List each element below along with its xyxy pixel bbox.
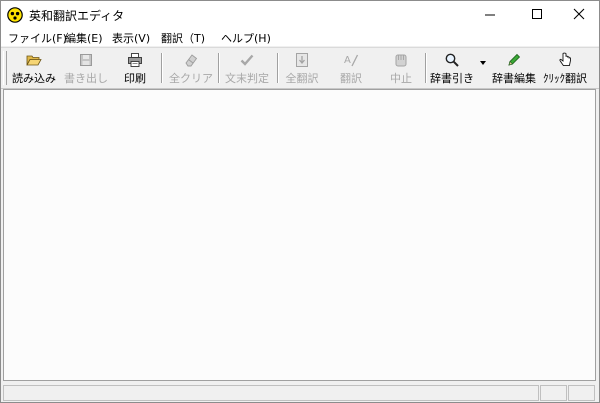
export-button[interactable]: 書き出し [61, 49, 111, 86]
magnifier-icon [445, 53, 459, 67]
menu-file[interactable]: ファイル(F) [8, 30, 67, 46]
menu-help[interactable]: ヘルプ(H) [221, 30, 271, 46]
eraser-icon [185, 54, 198, 67]
translate-all-button[interactable]: 全翻訳 [279, 49, 325, 86]
toolbar-separator [161, 53, 163, 83]
load-button[interactable]: 読み込み [9, 49, 59, 86]
clear-all-label: 全クリア [169, 72, 213, 85]
svg-text:A: A [344, 55, 351, 66]
stop-label: 中止 [390, 72, 412, 85]
editor-text-area[interactable] [3, 89, 596, 381]
menu-edit[interactable]: 編集(E) [65, 30, 103, 46]
pencil-icon [508, 53, 521, 66]
minimize-button[interactable] [467, 1, 513, 28]
floppy-disk-icon [80, 54, 92, 66]
printer-icon [128, 53, 142, 67]
dictionary-lookup-button[interactable]: 辞書引き [427, 49, 477, 86]
translate-label: 翻訳 [340, 72, 362, 85]
chevron-down-icon[interactable] [480, 61, 486, 65]
translate-all-icon [296, 53, 308, 67]
app-icon [7, 7, 23, 23]
menu-view[interactable]: 表示(V) [112, 30, 150, 46]
minimize-icon [485, 14, 495, 16]
sentence-end-label: 文末判定 [225, 72, 269, 85]
export-label: 書き出し [64, 72, 108, 85]
status-pane-2 [540, 385, 567, 401]
print-label: 印刷 [124, 72, 146, 85]
dictionary-edit-label: 辞書編集 [492, 72, 536, 85]
status-pane-3 [568, 385, 595, 401]
app-window: 英和翻訳エディタ ファイル(F) 編集(E) 表示(V) 翻訳（T) ヘルプ(H… [0, 0, 600, 403]
close-button[interactable] [553, 1, 599, 28]
check-icon [240, 54, 254, 66]
translate-all-label: 全翻訳 [285, 72, 319, 85]
sentence-end-button[interactable]: 文末判定 [221, 49, 273, 86]
load-label: 読み込み [12, 72, 56, 85]
click-translate-button[interactable]: ｸﾘｯｸ翻訳 [541, 49, 589, 86]
status-pane-main [3, 385, 539, 401]
translate-button[interactable]: A 翻訳 [331, 49, 371, 86]
clear-all-button[interactable]: 全クリア [167, 49, 215, 86]
click-translate-label: ｸﾘｯｸ翻訳 [543, 72, 587, 85]
stop-hand-icon [395, 54, 407, 67]
toolbar-separator [218, 53, 220, 83]
close-icon [573, 8, 585, 20]
title-bar[interactable]: 英和翻訳エディタ [1, 1, 599, 28]
stop-button[interactable]: 中止 [381, 49, 421, 86]
toolbar-grip[interactable] [3, 51, 7, 85]
print-button[interactable]: 印刷 [115, 49, 155, 86]
menu-bar: ファイル(F) 編集(E) 表示(V) 翻訳（T) ヘルプ(H) [1, 28, 599, 46]
hand-pointer-icon [559, 52, 571, 67]
toolbar: 読み込み 書き出し 印刷 全クリア 文末判定 全翻訳 A 翻訳 中止 辞書引き … [1, 47, 599, 89]
window-title: 英和翻訳エディタ [29, 9, 125, 23]
dictionary-lookup-label: 辞書引き [430, 72, 474, 85]
folder-open-icon [26, 55, 42, 66]
menu-translate[interactable]: 翻訳（T) [161, 30, 205, 46]
dictionary-edit-button[interactable]: 辞書編集 [489, 49, 539, 86]
translate-icon: A [344, 54, 359, 67]
status-bar [1, 384, 599, 402]
